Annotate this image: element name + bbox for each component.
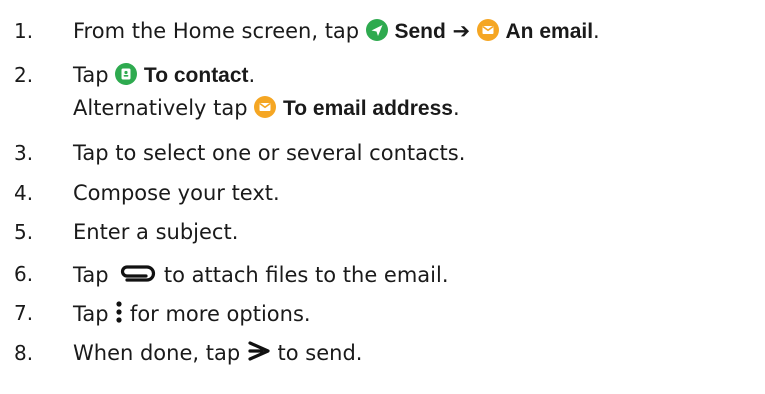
send-icon — [365, 19, 388, 41]
step-text-end: for more options. — [129, 302, 311, 326]
step-text-lead: Tap — [73, 263, 116, 287]
paperclip-icon — [115, 261, 157, 291]
to-email-address-label: To email address — [282, 97, 453, 120]
email-option-label: An email — [505, 20, 594, 43]
step-text: Enter a subject. — [73, 220, 239, 244]
step-text-end: to send. — [277, 341, 363, 365]
step-text-end: . — [452, 96, 460, 120]
step-number: 2. — [14, 63, 34, 87]
step-text-end: . — [248, 63, 256, 87]
step-number: 7. — [14, 301, 34, 325]
step-number: 8. — [14, 341, 34, 365]
step-text-end: to attach files to the email. — [163, 263, 449, 287]
step-number: 5. — [14, 220, 34, 244]
step-text: Tap for more options. — [73, 300, 311, 330]
email-icon — [254, 96, 277, 118]
email-icon — [476, 19, 499, 41]
send-label: Send — [394, 20, 446, 43]
step-text-lead: When done, tap — [73, 341, 247, 365]
send-arrow-icon — [247, 340, 271, 368]
step-text-lead: Alternatively tap — [73, 96, 255, 120]
step-text-lead: From the Home screen, tap — [73, 19, 366, 43]
step-number: 4. — [14, 181, 34, 205]
arrow-right-icon: ➔ — [452, 19, 471, 43]
more-options-icon — [115, 300, 123, 330]
step-text: When done, tap to send. — [73, 340, 362, 368]
step-number: 6. — [14, 262, 34, 286]
contact-icon — [115, 63, 138, 85]
step-text-end: . — [593, 19, 600, 43]
step-text-lead: Tap — [73, 63, 116, 87]
step-text: Alternatively tap To email address. — [73, 95, 460, 122]
step-text: From the Home screen, tap Send ➔ An emai… — [73, 18, 600, 45]
step-text: Tap to attach files to the email. — [73, 261, 449, 291]
step-text-lead: Tap — [73, 302, 116, 326]
step-text: Tap to select one or several contacts. — [73, 141, 466, 165]
step-text: Compose your text. — [73, 181, 280, 205]
step-number: 3. — [14, 141, 34, 165]
to-contact-label: To contact — [143, 64, 249, 87]
step-number: 1. — [14, 19, 34, 43]
step-text: Tap To contact. — [73, 62, 255, 89]
